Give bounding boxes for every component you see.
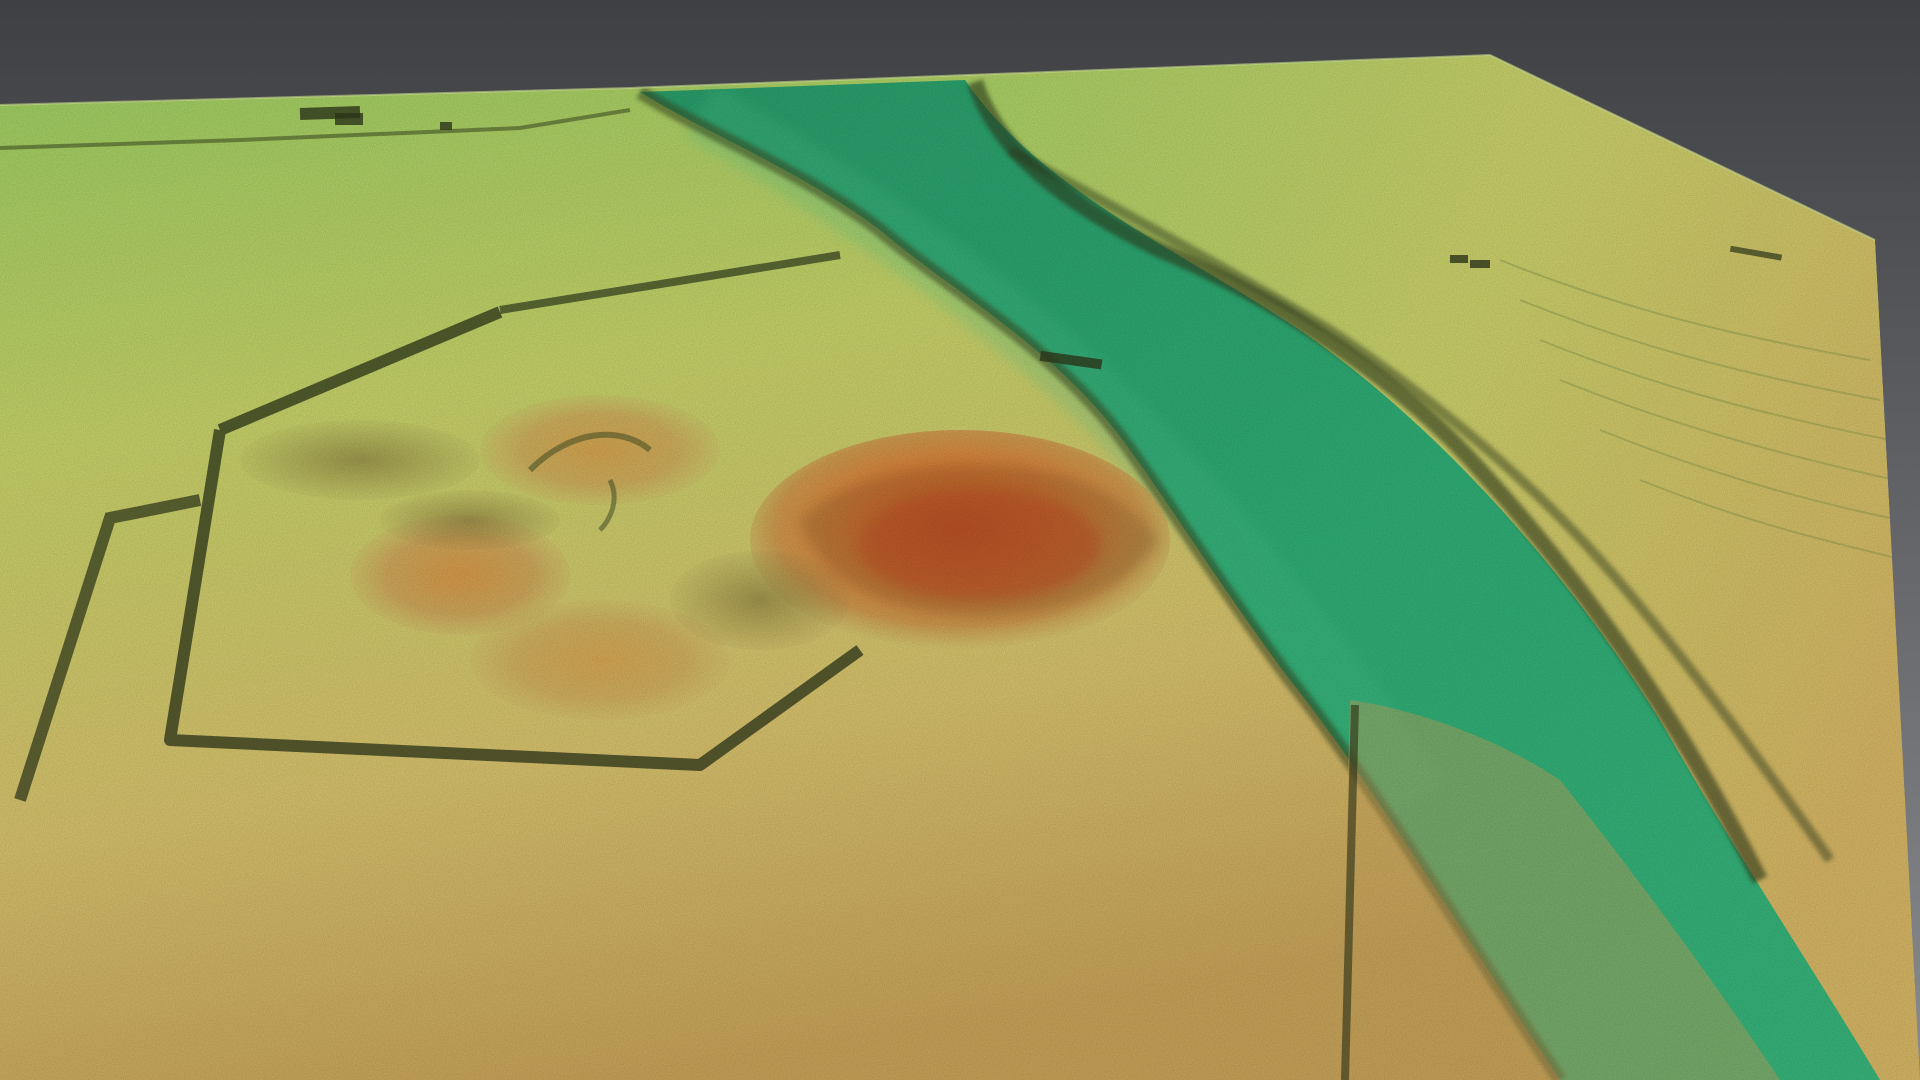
terrain-surface (0, 55, 1920, 1080)
surface-grain (0, 55, 1920, 1080)
terrain-render (0, 0, 1920, 1080)
terrain-scene (0, 0, 1920, 1080)
